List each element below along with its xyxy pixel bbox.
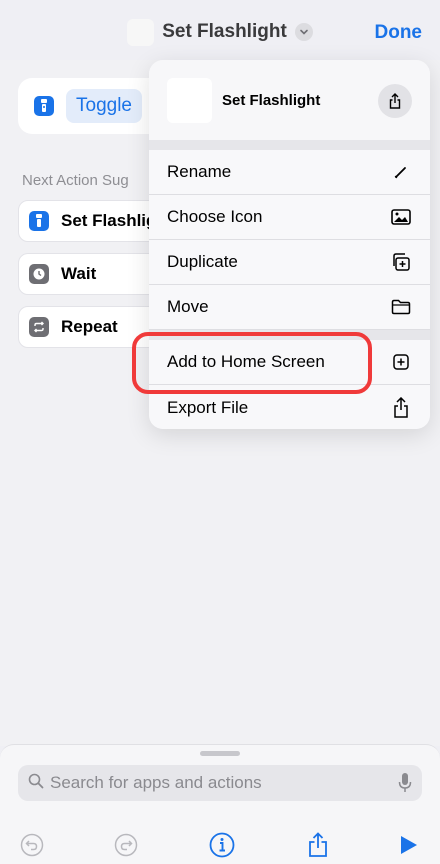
photo-icon (390, 206, 412, 228)
nav-bar: Set Flashlight Done (0, 0, 440, 64)
share-icon[interactable] (302, 829, 334, 861)
done-button[interactable]: Done (375, 22, 423, 44)
menu-divider (149, 330, 430, 340)
suggestion-label: Set Flashlig (61, 211, 157, 230)
shortcut-thumbnail (167, 77, 212, 123)
menu-item-label: Add to Home Screen (167, 352, 325, 371)
toggle-parameter[interactable]: Toggle (66, 89, 142, 123)
menu-item-label: Choose Icon (167, 207, 263, 226)
menu-header: Set Flashlight (149, 60, 430, 140)
share-icon (390, 396, 412, 419)
menu-item-label: Export File (167, 397, 249, 417)
redo-button[interactable] (110, 829, 142, 861)
play-button[interactable] (392, 829, 424, 861)
menu-title: Set Flashlight (222, 91, 321, 109)
add-square-icon (390, 351, 412, 373)
microphone-icon[interactable] (398, 772, 412, 799)
menu-item-label: Move (167, 297, 209, 316)
pencil-icon (390, 161, 412, 183)
flashlight-icon (29, 211, 49, 231)
suggestions-header: Next Action Sug (22, 172, 129, 189)
duplicate-icon (390, 251, 412, 273)
menu-item-label: Duplicate (167, 252, 238, 271)
search-icon (28, 773, 44, 794)
shortcut-options-menu: Set Flashlight Rename Choose Icon Duplic… (149, 60, 430, 429)
shortcut-icon (127, 18, 155, 46)
editor-toolbar (0, 825, 440, 864)
folder-icon (390, 296, 412, 318)
chevron-down-icon[interactable] (294, 23, 313, 41)
menu-item-move[interactable]: Move (149, 285, 430, 330)
menu-item-export-file[interactable]: Export File (149, 385, 430, 429)
undo-button[interactable] (16, 829, 48, 861)
menu-divider (149, 140, 430, 150)
action-search-sheet (0, 744, 440, 864)
suggestion-label: Wait (61, 264, 97, 283)
sheet-grabber[interactable] (200, 751, 240, 756)
menu-item-choose-icon[interactable]: Choose Icon (149, 195, 430, 240)
repeat-icon (29, 317, 49, 337)
menu-item-add-to-home-screen[interactable]: Add to Home Screen (149, 340, 430, 385)
menu-item-label: Rename (167, 162, 232, 181)
flashlight-icon (34, 96, 54, 116)
shortcut-title-menu[interactable]: Set Flashlight (127, 18, 313, 46)
info-button[interactable] (206, 829, 238, 861)
menu-item-rename[interactable]: Rename (149, 150, 430, 195)
menu-item-duplicate[interactable]: Duplicate (149, 240, 430, 285)
search-input[interactable] (50, 773, 370, 793)
shortcut-title: Set Flashlight (162, 21, 287, 42)
search-bar[interactable] (18, 765, 422, 801)
suggestion-label: Repeat (61, 317, 118, 336)
clock-icon (29, 264, 49, 284)
share-icon[interactable] (378, 84, 412, 118)
